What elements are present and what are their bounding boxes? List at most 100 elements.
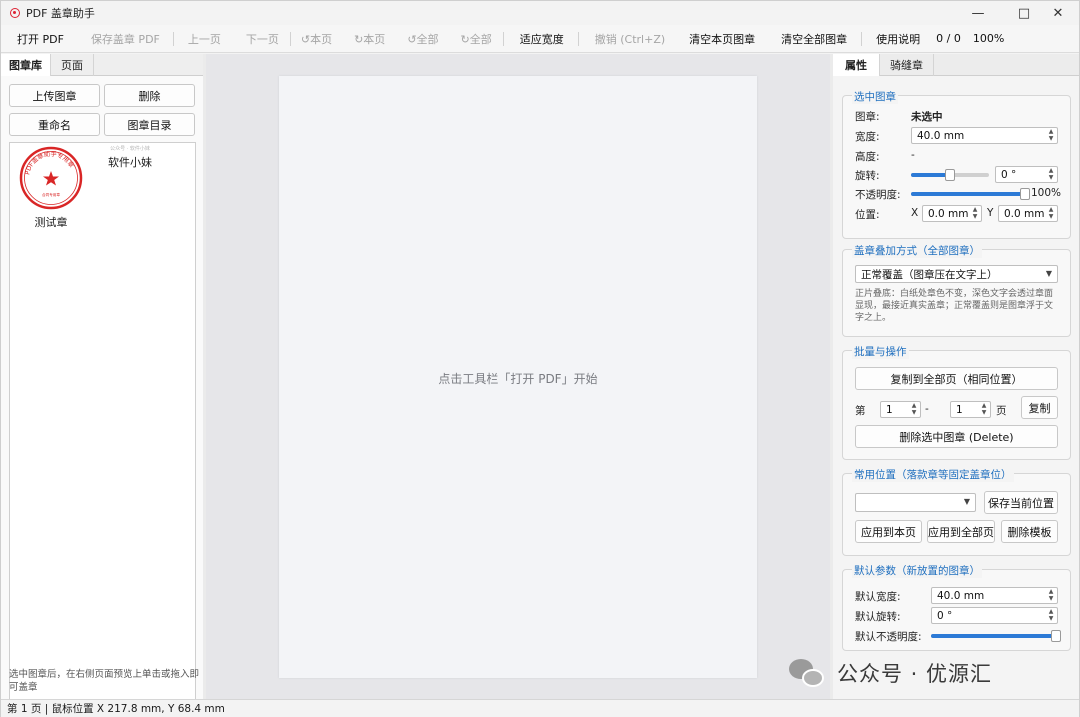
- to-page-spinbox[interactable]: 1 ▲ ▼: [950, 401, 991, 418]
- stamp-item-test[interactable]: PDF盖章助手专用章 合同专用章 测试章: [14, 145, 88, 230]
- default-width-spinbox[interactable]: 40.0 mm ▲ ▼: [931, 587, 1058, 604]
- page-range-dash: -: [925, 403, 929, 415]
- from-page-spinbox[interactable]: 1 ▲ ▼: [880, 401, 921, 418]
- page-prefix-label: 第: [855, 405, 866, 417]
- stamp-list[interactable]: PDF盖章助手专用章 合同专用章 测试章 公众号 · 软件小妹 软件小妹: [9, 142, 196, 715]
- copy-to-all-pages-button[interactable]: 复制到全部页（相同位置）: [855, 367, 1058, 390]
- default-params-group: 默认参数（新放置的图章） 默认宽度: 40.0 mm ▲ ▼ 默认旋转: 0 ° …: [842, 563, 1071, 651]
- group-title: 选中图章: [852, 89, 898, 104]
- width-value: 40.0 mm: [917, 129, 965, 142]
- blend-mode-combobox[interactable]: 正常覆盖（图章压在文字上） ▼: [855, 265, 1058, 283]
- watermark: 公众号 · 优源汇: [789, 657, 992, 689]
- width-spinbox[interactable]: 40.0 mm ▲ ▼: [911, 127, 1058, 144]
- y-spinbox[interactable]: 0.0 mm ▲ ▼: [998, 205, 1058, 222]
- rotate-value: 0 °: [1001, 168, 1017, 181]
- toolbar-separator: [577, 31, 579, 46]
- upload-stamp-button[interactable]: 上传图章: [9, 84, 100, 107]
- copy-range-button[interactable]: 复制: [1021, 396, 1058, 419]
- empty-placeholder: 点击工具栏「打开 PDF」开始: [438, 372, 598, 386]
- wechat-icon: [789, 657, 827, 689]
- default-width-label: 默认宽度:: [855, 591, 901, 603]
- open-pdf-button[interactable]: 打开 PDF: [17, 25, 64, 53]
- page-preview[interactable]: 点击工具栏「打开 PDF」开始: [279, 76, 757, 678]
- save-pdf-button[interactable]: 保存盖章 PDF: [91, 25, 160, 53]
- stamp-item-software[interactable]: 公众号 · 软件小妹 软件小妹: [98, 145, 162, 170]
- spin-arrows-icon[interactable]: ▲ ▼: [1046, 168, 1056, 181]
- rotate-all-ccw-button[interactable]: ↺全部: [407, 25, 438, 53]
- minimize-icon[interactable]: —: [955, 1, 1001, 25]
- delete-selected-stamp-button[interactable]: 删除选中图章 (Delete): [855, 425, 1058, 448]
- clear-all-stamps-button[interactable]: 清空全部图章: [781, 25, 847, 53]
- next-page-button[interactable]: 下一页: [246, 25, 279, 53]
- height-label: 高度:: [855, 151, 880, 163]
- apply-to-page-button[interactable]: 应用到本页: [855, 520, 922, 543]
- undo-button[interactable]: 撤销 (Ctrl+Z): [595, 25, 665, 53]
- apply-to-all-button[interactable]: 应用到全部页: [927, 520, 995, 543]
- tab-properties[interactable]: 属性: [833, 54, 880, 76]
- window-title: PDF 盖章助手: [26, 7, 95, 20]
- opacity-value: 100%: [1031, 187, 1062, 199]
- opacity-slider-fill: [911, 192, 1025, 196]
- close-icon[interactable]: ✕: [1035, 1, 1080, 25]
- group-title: 盖章叠加方式（全部图章）: [852, 243, 982, 258]
- spin-arrows-icon[interactable]: ▲ ▼: [970, 207, 980, 220]
- save-position-button[interactable]: 保存当前位置: [984, 491, 1058, 514]
- stamp-folder-button[interactable]: 图章目录: [104, 113, 195, 136]
- tab-stamp-library[interactable]: 图章库: [1, 54, 51, 76]
- position-template-combobox[interactable]: ▼: [855, 493, 976, 512]
- default-opacity-label: 默认不透明度:: [855, 631, 922, 643]
- rotate-page-ccw-button[interactable]: ↺本页: [301, 25, 332, 53]
- toolbar-separator: [502, 31, 504, 46]
- default-opacity-slider[interactable]: [931, 630, 1061, 642]
- clear-page-stamps-button[interactable]: 清空本页图章: [689, 25, 755, 53]
- prev-page-button[interactable]: 上一页: [188, 25, 221, 53]
- position-label: 位置:: [855, 209, 880, 221]
- right-tabs: 属性 骑缝章: [833, 54, 1079, 76]
- x-spinbox[interactable]: 0.0 mm ▲ ▼: [922, 205, 982, 222]
- status-bar: 第 1 页 | 鼠标位置 X 217.8 mm, Y 68.4 mm: [1, 699, 1079, 717]
- spin-arrows-icon[interactable]: ▲ ▼: [909, 403, 919, 416]
- toolbar-separator: [861, 31, 863, 46]
- delete-template-button[interactable]: 删除模板: [1001, 520, 1058, 543]
- opacity-label: 不透明度:: [855, 189, 901, 201]
- height-value: -: [911, 149, 915, 161]
- watermark-text: 公众号 · 优源汇: [837, 662, 993, 686]
- batch-group: 批量与操作 复制到全部页（相同位置） 第 1 ▲ ▼ - 1 ▲ ▼ 页 复制 删除…: [842, 344, 1071, 460]
- rotate-slider-handle[interactable]: [945, 169, 955, 181]
- pdf-canvas[interactable]: 点击工具栏「打开 PDF」开始: [206, 54, 831, 699]
- fit-width-button[interactable]: 适应宽度: [520, 25, 564, 53]
- usage-hint: 选中图章后，在右侧页面预览上单击或拖入即可盖章: [9, 669, 200, 693]
- opacity-slider[interactable]: [911, 188, 1030, 200]
- chevron-down-icon: ▼: [1045, 269, 1052, 278]
- rotate-page-cw-button[interactable]: ↻本页: [354, 25, 385, 53]
- title-bar: PDF 盖章助手 — □ ✕: [1, 1, 1079, 25]
- default-rotate-label: 默认旋转:: [855, 611, 901, 623]
- delete-stamp-button[interactable]: 删除: [104, 84, 195, 107]
- tab-seam-stamp[interactable]: 骑缝章: [880, 54, 934, 76]
- rotate-spinbox[interactable]: 0 ° ▲ ▼: [995, 166, 1058, 183]
- spin-arrows-icon[interactable]: ▲ ▼: [979, 403, 989, 416]
- stamp-label: 图章:: [855, 111, 880, 123]
- default-opacity-slider-handle[interactable]: [1051, 630, 1061, 642]
- help-button[interactable]: 使用说明: [876, 25, 920, 53]
- spin-arrows-icon[interactable]: ▲ ▼: [1046, 609, 1056, 622]
- blend-mode-value: 正常覆盖（图章压在文字上）: [861, 268, 998, 281]
- page-counter: 0 / 0: [936, 32, 961, 45]
- spin-arrows-icon[interactable]: ▲ ▼: [1046, 129, 1056, 142]
- stamp-name: 软件小妹: [108, 156, 152, 169]
- tab-pages[interactable]: 页面: [51, 54, 94, 76]
- blend-mode-group: 盖章叠加方式（全部图章） 正常覆盖（图章压在文字上） ▼ 正片叠底：白纸处章色不…: [842, 243, 1071, 337]
- toolbar-separator: [172, 31, 174, 46]
- rotate-all-cw-button[interactable]: ↻全部: [461, 25, 492, 53]
- rotate-slider[interactable]: [911, 169, 989, 181]
- rotate-label: 旋转:: [855, 170, 880, 182]
- stamp-name: 测试章: [34, 216, 68, 229]
- toolbar-separator: [289, 31, 291, 46]
- app-window: PDF 盖章助手 — □ ✕ 打开 PDF 保存盖章 PDF 上一页 下一页 ↺…: [0, 0, 1080, 717]
- opacity-slider-handle[interactable]: [1020, 188, 1030, 200]
- spin-arrows-icon[interactable]: ▲ ▼: [1046, 589, 1056, 602]
- rename-stamp-button[interactable]: 重命名: [9, 113, 100, 136]
- default-rotate-spinbox[interactable]: 0 ° ▲ ▼: [931, 607, 1058, 624]
- y-value: 0.0 mm: [1004, 207, 1045, 220]
- spin-arrows-icon[interactable]: ▲ ▼: [1046, 207, 1056, 220]
